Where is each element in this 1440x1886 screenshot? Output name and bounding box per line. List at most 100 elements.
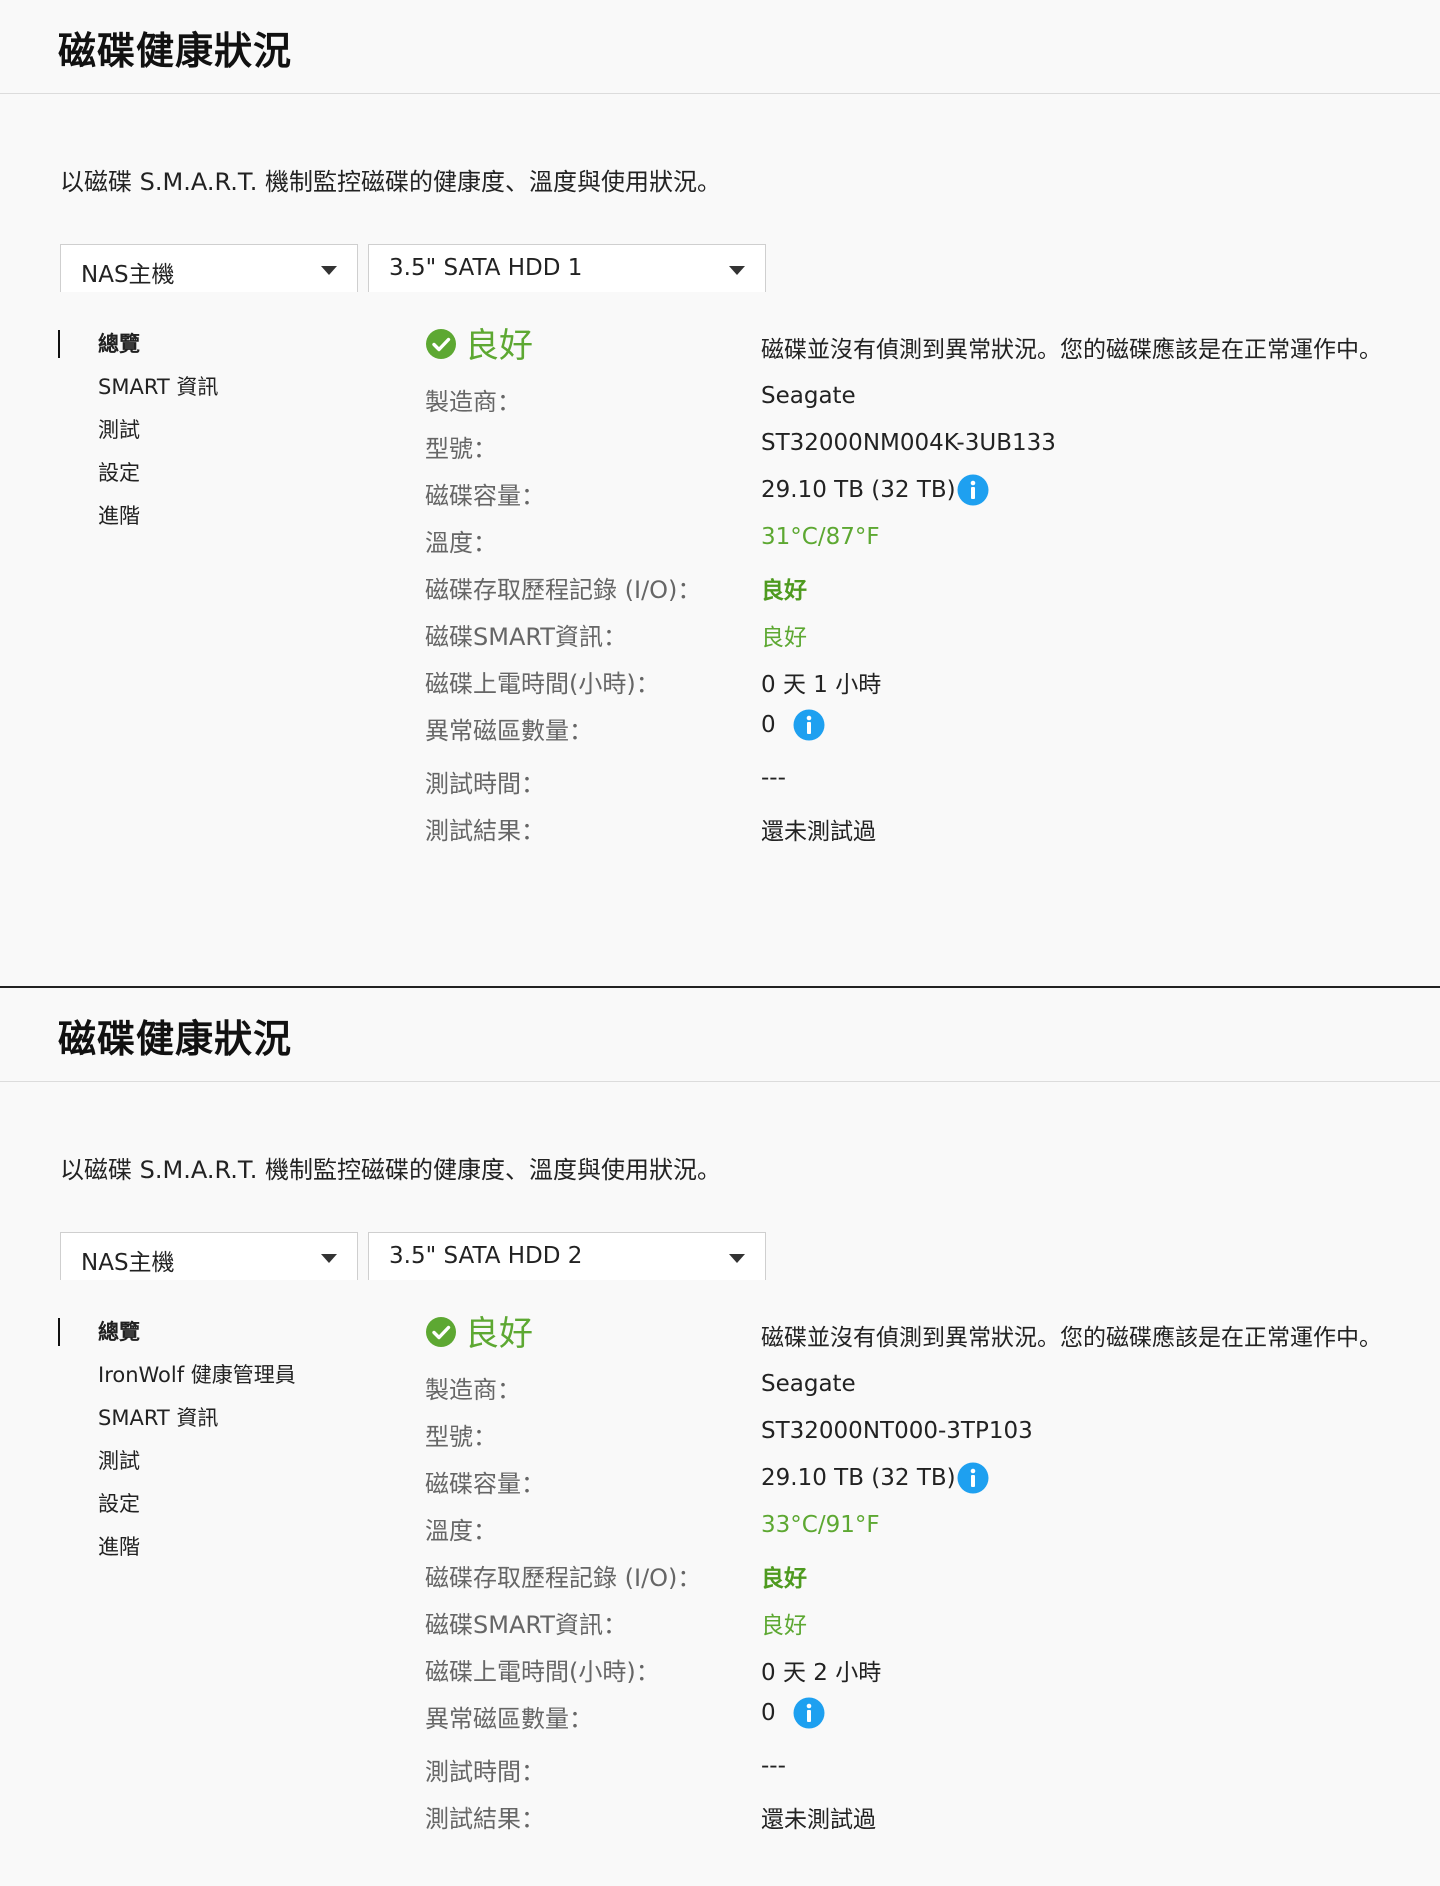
info-label: 型號： <box>425 435 497 463</box>
title-bar: 磁碟健康狀況 <box>0 988 1440 1082</box>
sidebar-item-1[interactable]: IronWolf 健康管理員 <box>58 1357 296 1400</box>
info-icon[interactable] <box>957 1462 989 1494</box>
info-label: 異常磁區數量： <box>425 717 593 745</box>
page-description: 以磁碟 S.M.A.R.T. 機制監控磁碟的健康度、溫度與使用狀況。 <box>60 1156 721 1184</box>
info-label: 製造商： <box>425 1376 521 1404</box>
sidebar-item-2[interactable]: SMART 資訊 <box>58 1400 296 1443</box>
info-label: 測試結果： <box>425 1805 545 1833</box>
info-row: 磁碟容量： 29.10 TB (32 TB) <box>425 1462 1405 1504</box>
sidebar-item-3[interactable]: 測試 <box>58 1443 296 1486</box>
info-value: 還未測試過 <box>761 819 876 845</box>
info-label: 磁碟容量： <box>425 1470 545 1498</box>
sidebar-item-4[interactable]: 設定 <box>58 1486 296 1529</box>
info-value: 良好 <box>761 1566 807 1592</box>
info-row: 磁碟SMART資訊： 良好 <box>425 617 1405 657</box>
info-value: 0 天 1 小時 <box>761 672 882 698</box>
info-label: 磁碟上電時間(小時)： <box>425 670 660 698</box>
info-row: 磁碟存取歷程記錄 (I/O)： 良好 <box>425 1558 1405 1598</box>
info-value: 0 <box>761 712 776 738</box>
info-value: Seagate <box>761 383 856 409</box>
info-icon[interactable] <box>793 709 825 741</box>
sidebar-item-3[interactable]: 設定 <box>58 455 218 498</box>
info-icon[interactable] <box>793 1697 825 1729</box>
page-title: 磁碟健康狀況 <box>58 1017 293 1061</box>
sidebar-item-0[interactable]: 總覽 <box>58 1314 296 1357</box>
title-bar: 磁碟健康狀況 <box>0 0 1440 94</box>
info-value: 31°C/87°F <box>761 524 880 550</box>
info-icon[interactable] <box>957 474 989 506</box>
disk-select-value: 3.5" SATA HDD 1 <box>389 255 583 281</box>
info-row: 磁碟容量： 29.10 TB (32 TB) <box>425 474 1405 516</box>
info-value: 還未測試過 <box>761 1807 876 1833</box>
info-label: 溫度： <box>425 529 497 557</box>
info-label: 磁碟存取歷程記錄 (I/O)： <box>425 576 702 604</box>
disk-health-panel-2: 磁碟健康狀況以磁碟 S.M.A.R.T. 機制監控磁碟的健康度、溫度與使用狀況。… <box>0 986 1440 1886</box>
info-value: --- <box>761 765 786 791</box>
info-row: 測試結果： 還未測試過 <box>425 811 1405 851</box>
info-value: 0 <box>761 1700 776 1726</box>
host-select-value: NAS主機 <box>81 1250 175 1276</box>
page-description: 以磁碟 S.M.A.R.T. 機制監控磁碟的健康度、溫度與使用狀況。 <box>60 168 721 196</box>
info-row: 磁碟SMART資訊： 良好 <box>425 1605 1405 1645</box>
info-label: 磁碟SMART資訊： <box>425 623 627 651</box>
info-row: 製造商： Seagate <box>425 382 1405 422</box>
sidebar-item-0[interactable]: 總覽 <box>58 326 218 369</box>
info-label: 溫度： <box>425 1517 497 1545</box>
info-label: 測試時間： <box>425 1758 545 1786</box>
info-label: 磁碟存取歷程記錄 (I/O)： <box>425 1564 702 1592</box>
info-label: 異常磁區數量： <box>425 1705 593 1733</box>
info-row: 溫度： 33°C/91°F <box>425 1511 1405 1551</box>
disk-select[interactable]: 3.5" SATA HDD 2 <box>368 1232 766 1280</box>
sidebar-nav: 總覽 SMART 資訊 測試 設定 進階 <box>58 326 218 541</box>
info-value: Seagate <box>761 1371 856 1397</box>
info-row: 磁碟存取歷程記錄 (I/O)： 良好 <box>425 570 1405 610</box>
info-label: 磁碟SMART資訊： <box>425 1611 627 1639</box>
disk-health-panel-1: 磁碟健康狀況以磁碟 S.M.A.R.T. 機制監控磁碟的健康度、溫度與使用狀況。… <box>0 0 1440 986</box>
info-value: 29.10 TB (32 TB) <box>761 477 956 503</box>
info-value: ST32000NM004K-3UB133 <box>761 430 1056 456</box>
status-text: 良好 <box>465 1314 533 1354</box>
info-label: 磁碟上電時間(小時)： <box>425 1658 660 1686</box>
disk-select[interactable]: 3.5" SATA HDD 1 <box>368 244 766 292</box>
info-label: 磁碟容量： <box>425 482 545 510</box>
sidebar-nav: 總覽 IronWolf 健康管理員 SMART 資訊 測試 設定 進階 <box>58 1314 296 1572</box>
sidebar-item-4[interactable]: 進階 <box>58 498 218 541</box>
chevron-down-icon <box>321 1254 337 1263</box>
info-value: 良好 <box>761 625 807 651</box>
status-message: 磁碟並沒有偵測到異常狀況。您的磁碟應該是在正常運作中。 <box>761 337 1382 363</box>
status-message: 磁碟並沒有偵測到異常狀況。您的磁碟應該是在正常運作中。 <box>761 1325 1382 1351</box>
info-row: 異常磁區數量： 0 <box>425 709 1405 751</box>
sidebar-item-2[interactable]: 測試 <box>58 412 218 455</box>
info-label: 測試時間： <box>425 770 545 798</box>
disk-select-value: 3.5" SATA HDD 2 <box>389 1243 583 1269</box>
info-row: 磁碟上電時間(小時)： 0 天 1 小時 <box>425 664 1405 704</box>
status-text: 良好 <box>465 326 533 366</box>
info-row: 測試結果： 還未測試過 <box>425 1799 1405 1839</box>
info-value: 良好 <box>761 578 807 604</box>
info-row: 型號： ST32000NM004K-3UB133 <box>425 429 1405 469</box>
info-row: 測試時間： --- <box>425 764 1405 804</box>
info-value: --- <box>761 1753 786 1779</box>
info-row: 型號： ST32000NT000-3TP103 <box>425 1417 1405 1457</box>
page-title: 磁碟健康狀況 <box>58 29 293 73</box>
sidebar-item-1[interactable]: SMART 資訊 <box>58 369 218 412</box>
host-select[interactable]: NAS主機 <box>60 1232 358 1280</box>
info-value: 0 天 2 小時 <box>761 1660 882 1686</box>
chevron-down-icon <box>321 266 337 275</box>
info-row: 測試時間： --- <box>425 1752 1405 1792</box>
chevron-down-icon <box>729 266 745 275</box>
info-label: 測試結果： <box>425 817 545 845</box>
info-label: 製造商： <box>425 388 521 416</box>
info-value: ST32000NT000-3TP103 <box>761 1418 1033 1444</box>
info-value: 29.10 TB (32 TB) <box>761 1465 956 1491</box>
check-circle-icon <box>426 329 456 359</box>
info-label: 型號： <box>425 1423 497 1451</box>
host-select[interactable]: NAS主機 <box>60 244 358 292</box>
info-row: 異常磁區數量： 0 <box>425 1697 1405 1739</box>
info-value: 良好 <box>761 1613 807 1639</box>
host-select-value: NAS主機 <box>81 262 175 288</box>
info-row: 製造商： Seagate <box>425 1370 1405 1410</box>
sidebar-item-5[interactable]: 進階 <box>58 1529 296 1572</box>
chevron-down-icon <box>729 1254 745 1263</box>
info-row: 磁碟上電時間(小時)： 0 天 2 小時 <box>425 1652 1405 1692</box>
